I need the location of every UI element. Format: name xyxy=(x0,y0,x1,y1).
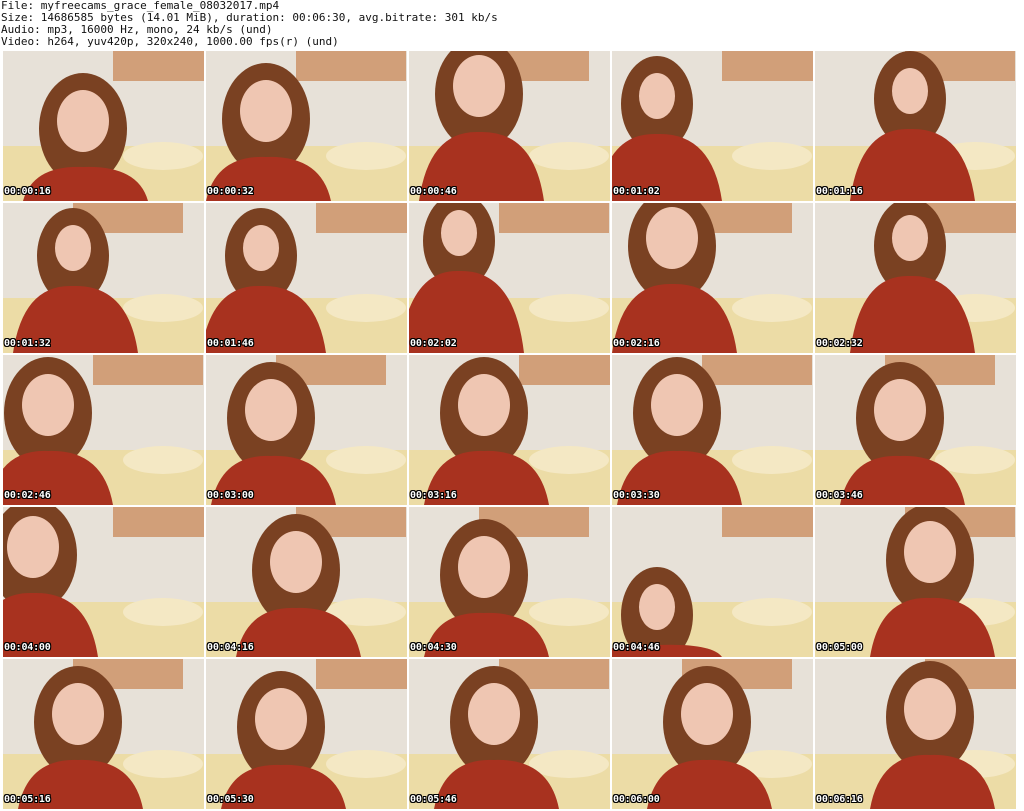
thumbnail-grid: 00:00:16 00:00:32 00:00:46 00:01:02 00:01:16… xyxy=(3,51,1016,809)
frame-image xyxy=(3,659,204,809)
frame-image xyxy=(612,507,813,657)
file-info-header: File: myfreecams_grace_female_08032017.m… xyxy=(1,0,1021,48)
frame-timestamp: 00:06:00 xyxy=(613,794,660,805)
thumbnail-frame: 00:03:16 xyxy=(409,355,610,505)
frame-timestamp: 00:03:46 xyxy=(816,490,863,501)
thumbnail-frame: 00:01:02 xyxy=(612,51,813,201)
frame-image xyxy=(612,51,813,201)
frame-image xyxy=(206,355,407,505)
frame-image xyxy=(815,51,1016,201)
frame-image xyxy=(815,355,1016,505)
frame-image xyxy=(612,355,813,505)
frame-image xyxy=(206,203,407,353)
thumbnail-frame: 00:03:46 xyxy=(815,355,1016,505)
thumbnail-frame: 00:01:46 xyxy=(206,203,407,353)
frame-timestamp: 00:02:02 xyxy=(410,338,457,349)
frame-image xyxy=(3,507,204,657)
frame-image xyxy=(206,51,407,201)
frame-timestamp: 00:02:32 xyxy=(816,338,863,349)
frame-timestamp: 00:05:30 xyxy=(207,794,254,805)
frame-image xyxy=(3,51,204,201)
video-info-line: Video: h264, yuv420p, 320x240, 1000.00 f… xyxy=(1,36,339,48)
audio-info-line: Audio: mp3, 16000 Hz, mono, 24 kb/s (und… xyxy=(1,24,273,36)
thumbnail-frame: 00:02:46 xyxy=(3,355,204,505)
frame-timestamp: 00:03:00 xyxy=(207,490,254,501)
frame-image xyxy=(206,659,407,809)
thumbnail-frame: 00:00:46 xyxy=(409,51,610,201)
thumbnail-frame: 00:04:30 xyxy=(409,507,610,657)
thumbnail-frame: 00:06:00 xyxy=(612,659,813,809)
frame-image xyxy=(3,203,204,353)
frame-timestamp: 00:03:30 xyxy=(613,490,660,501)
frame-timestamp: 00:03:16 xyxy=(410,490,457,501)
frame-timestamp: 00:00:16 xyxy=(4,186,51,197)
thumbnail-frame: 00:03:30 xyxy=(612,355,813,505)
thumbnail-frame: 00:05:46 xyxy=(409,659,610,809)
frame-timestamp: 00:01:02 xyxy=(613,186,660,197)
frame-timestamp: 00:01:32 xyxy=(4,338,51,349)
frame-image xyxy=(815,659,1016,809)
frame-image xyxy=(206,507,407,657)
thumbnail-frame: 00:06:16 xyxy=(815,659,1016,809)
frame-image xyxy=(815,203,1016,353)
frame-timestamp: 00:05:00 xyxy=(816,642,863,653)
thumbnail-frame: 00:02:02 xyxy=(409,203,610,353)
frame-image xyxy=(409,507,610,657)
file-size-line: Size: 14686585 bytes (14.01 MiB), durati… xyxy=(1,12,498,24)
frame-timestamp: 00:01:46 xyxy=(207,338,254,349)
thumbnail-frame: 00:05:00 xyxy=(815,507,1016,657)
frame-timestamp: 00:04:30 xyxy=(410,642,457,653)
thumbnail-frame: 00:01:32 xyxy=(3,203,204,353)
thumbnail-frame: 00:00:16 xyxy=(3,51,204,201)
frame-timestamp: 00:05:46 xyxy=(410,794,457,805)
contact-sheet: File: myfreecams_grace_female_08032017.m… xyxy=(0,0,1024,811)
frame-timestamp: 00:04:46 xyxy=(613,642,660,653)
frame-timestamp: 00:04:00 xyxy=(4,642,51,653)
frame-image xyxy=(409,203,610,353)
thumbnail-frame: 00:03:00 xyxy=(206,355,407,505)
thumbnail-frame: 00:05:16 xyxy=(3,659,204,809)
frame-timestamp: 00:01:16 xyxy=(816,186,863,197)
thumbnail-frame: 00:02:32 xyxy=(815,203,1016,353)
thumbnail-frame: 00:05:30 xyxy=(206,659,407,809)
frame-image xyxy=(3,355,204,505)
thumbnail-frame: 00:02:16 xyxy=(612,203,813,353)
thumbnail-frame: 00:04:16 xyxy=(206,507,407,657)
frame-image xyxy=(409,51,610,201)
frame-image xyxy=(612,203,813,353)
frame-timestamp: 00:05:16 xyxy=(4,794,51,805)
frame-timestamp: 00:06:16 xyxy=(816,794,863,805)
frame-timestamp: 00:02:46 xyxy=(4,490,51,501)
frame-image xyxy=(815,507,1016,657)
frame-timestamp: 00:02:16 xyxy=(613,338,660,349)
thumbnail-frame: 00:04:46 xyxy=(612,507,813,657)
thumbnail-frame: 00:01:16 xyxy=(815,51,1016,201)
frame-timestamp: 00:04:16 xyxy=(207,642,254,653)
frame-timestamp: 00:00:32 xyxy=(207,186,254,197)
file-name-line: File: myfreecams_grace_female_08032017.m… xyxy=(1,0,280,12)
thumbnail-frame: 00:04:00 xyxy=(3,507,204,657)
frame-image xyxy=(409,355,610,505)
frame-timestamp: 00:00:46 xyxy=(410,186,457,197)
frame-image xyxy=(612,659,813,809)
thumbnail-frame: 00:00:32 xyxy=(206,51,407,201)
frame-image xyxy=(409,659,610,809)
